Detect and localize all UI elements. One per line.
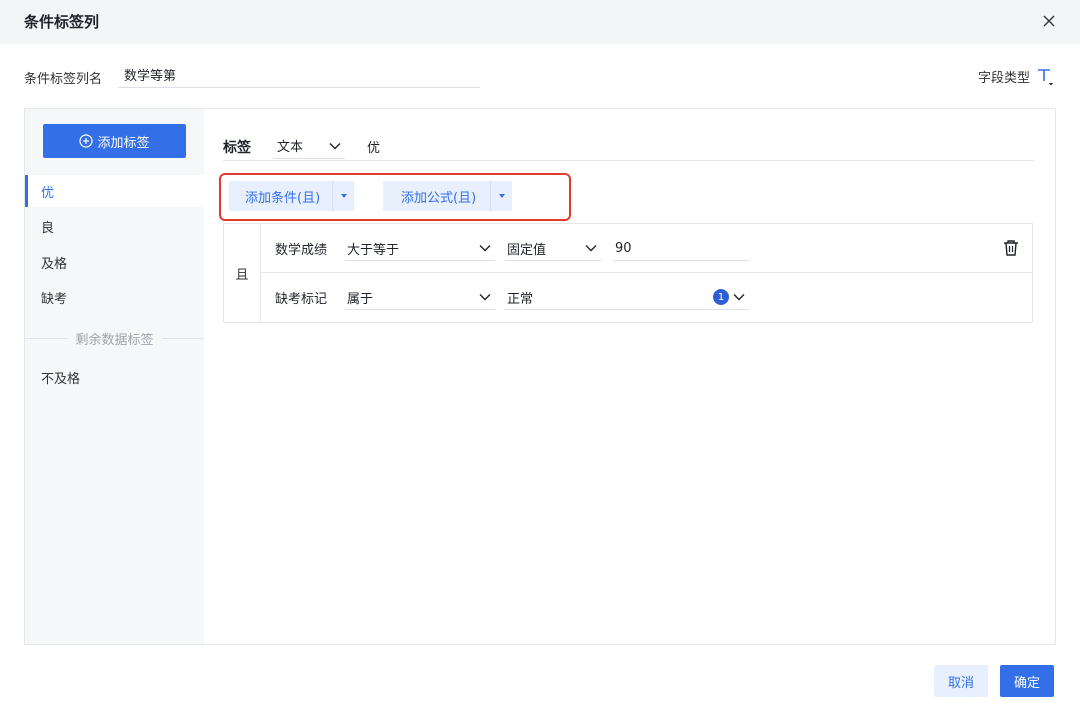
condition-value-input[interactable]: 90	[613, 236, 749, 261]
cancel-button[interactable]: 取消	[934, 665, 988, 697]
remaining-tags-divider: 剩余数据标签	[25, 328, 205, 348]
delete-icon[interactable]	[1002, 238, 1020, 258]
add-condition-label[interactable]: 添加条件(且)	[229, 181, 332, 211]
caret-down-icon[interactable]	[332, 181, 354, 211]
operator-value: 大于等于	[347, 242, 400, 258]
dialog-header: 条件标签列	[0, 0, 1080, 44]
column-name-label: 条件标签列名	[24, 72, 103, 87]
plus-circle-icon	[79, 134, 94, 148]
dialog-title: 条件标签列	[24, 13, 100, 31]
logic-operator: 且	[224, 224, 261, 322]
condition-table: 且 数学成绩 大于等于 固定值 90 缺考标记 属于 正常 1	[223, 223, 1033, 323]
chevron-down-icon	[733, 294, 745, 301]
sidebar-item-label: 及格	[41, 256, 68, 272]
tag-config-panel: 添加标签 优 良 及格 缺考 剩余数据标签 不及格 标签 文本 优 添加条件(且…	[24, 108, 1056, 645]
add-tag-button[interactable]: 添加标签	[43, 124, 186, 158]
divider-line	[25, 337, 68, 339]
field-type-label: 字段类型	[977, 70, 1030, 86]
label-title: 标签	[223, 140, 251, 156]
divider-line	[161, 337, 205, 339]
add-tag-label: 添加标签	[97, 135, 150, 151]
selection-indicator: 1	[713, 289, 745, 305]
selected-count-badge: 1	[713, 289, 729, 305]
sidebar-item-label: 不及格	[41, 371, 81, 387]
condition-row: 缺考标记 属于 正常 1	[261, 273, 1032, 322]
value-type-select[interactable]: 固定值	[505, 236, 601, 261]
label-type-value: 文本	[277, 140, 304, 155]
value-multiselect[interactable]: 正常 1	[505, 285, 749, 310]
condition-field: 缺考标记	[275, 292, 328, 307]
chevron-down-icon	[479, 245, 491, 252]
sidebar-item-tag[interactable]: 缺考	[25, 281, 204, 313]
caret-down-icon[interactable]	[490, 181, 512, 211]
sidebar-item-tag[interactable]: 及格	[25, 246, 204, 278]
add-condition-button[interactable]: 添加条件(且)	[229, 181, 355, 211]
chevron-down-icon	[329, 142, 341, 149]
sidebar-item-tag[interactable]: 优	[25, 175, 204, 207]
condition-row: 数学成绩 大于等于 固定值 90	[261, 224, 1032, 273]
sidebar-item-label: 优	[41, 185, 55, 201]
tag-editor: 标签 文本 优 添加条件(且) 添加公式(且) 且 数学成绩 大于等于 固定值 …	[205, 109, 1055, 644]
selected-value: 正常	[507, 291, 534, 307]
chevron-down-icon	[585, 245, 597, 252]
sidebar-item-tag[interactable]: 良	[25, 210, 204, 242]
chevron-down-icon	[479, 294, 491, 301]
sidebar-item-label: 缺考	[41, 291, 68, 307]
confirm-button[interactable]: 确定	[1000, 665, 1054, 697]
label-type-select[interactable]: 文本	[273, 133, 345, 159]
close-icon[interactable]	[1038, 10, 1060, 32]
text-type-icon[interactable]	[1036, 66, 1054, 86]
value-type-value: 固定值	[507, 242, 547, 258]
add-formula-label[interactable]: 添加公式(且)	[383, 181, 490, 211]
label-value[interactable]: 优	[367, 137, 380, 156]
tag-sidebar: 添加标签 优 良 及格 缺考 剩余数据标签 不及格	[25, 109, 205, 644]
sidebar-item-label: 良	[41, 220, 55, 236]
field-type-selector[interactable]: 字段类型	[978, 66, 1054, 86]
operator-select[interactable]: 大于等于	[345, 236, 495, 261]
condition-value: 90	[615, 240, 632, 256]
condition-field: 数学成绩	[275, 243, 328, 258]
operator-select[interactable]: 属于	[345, 285, 495, 310]
operator-value: 属于	[347, 291, 374, 307]
add-formula-button[interactable]: 添加公式(且)	[383, 181, 513, 211]
sidebar-item-remaining-tag[interactable]: 不及格	[25, 361, 204, 393]
label-row: 标签 文本 优	[223, 131, 1035, 161]
column-name-input[interactable]	[118, 62, 480, 88]
remaining-tags-label: 剩余数据标签	[75, 332, 154, 348]
